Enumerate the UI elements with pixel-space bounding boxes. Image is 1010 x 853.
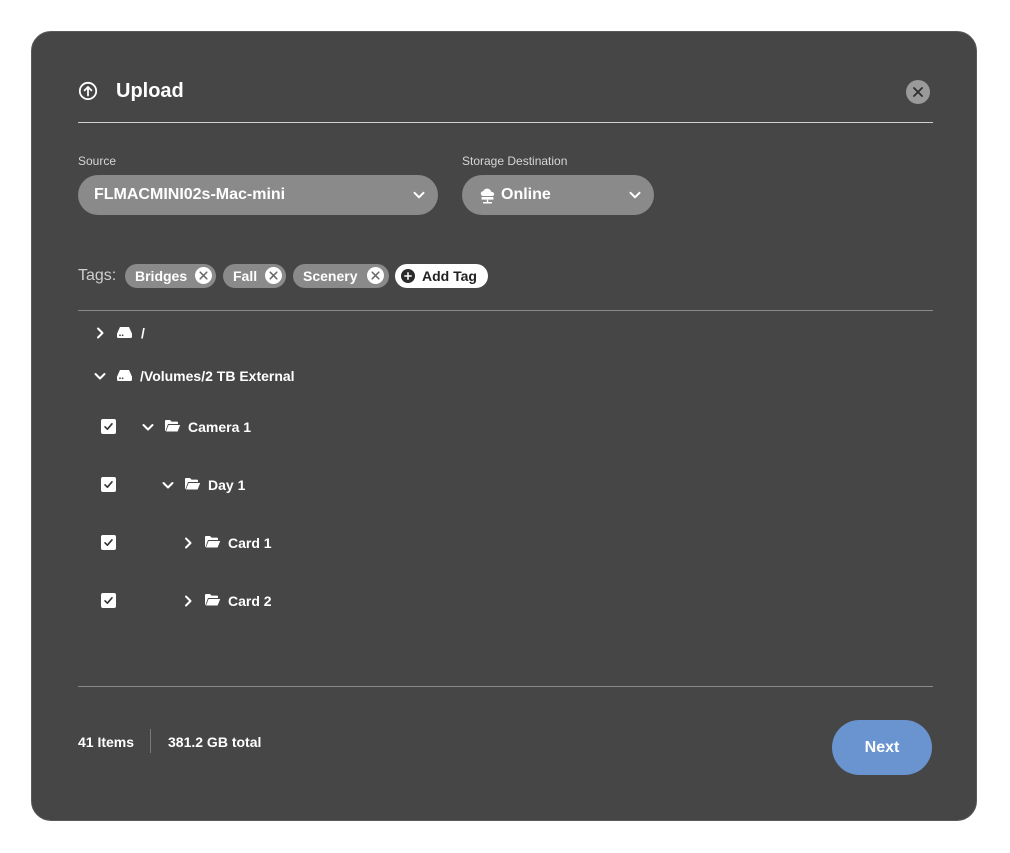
plus-circle-icon (401, 269, 415, 283)
expand-toggle[interactable] (180, 533, 196, 553)
tag-chip: Scenery (293, 264, 389, 288)
checkmark-icon (104, 423, 113, 430)
close-button[interactable] (906, 80, 930, 104)
source-select[interactable]: FLMACMINI02s-Mac-mini (78, 175, 438, 215)
add-tag-label: Add Tag (422, 268, 477, 284)
tree-node-card-1: Card 1 (180, 533, 980, 553)
tree-node-volume: /Volumes/2 TB External (92, 366, 892, 386)
items-count: 41 Items (78, 734, 135, 750)
destination-label: Storage Destination (462, 154, 568, 168)
tag-label: Bridges (135, 268, 188, 284)
tree-node-label: Day 1 (208, 477, 246, 493)
chevron-down-icon (162, 482, 174, 489)
expand-toggle[interactable] (140, 417, 156, 437)
remove-tag-button[interactable] (265, 267, 282, 284)
drive-icon (117, 327, 132, 338)
tree-checkbox[interactable] (101, 419, 116, 434)
folder-open-icon (165, 420, 181, 432)
tree-checkbox[interactable] (101, 593, 116, 608)
tag-chip: Bridges (125, 264, 216, 288)
expand-toggle[interactable] (92, 323, 108, 343)
source-label: Source (78, 154, 117, 168)
tree-node-label: Camera 1 (188, 419, 252, 435)
chevron-right-icon (185, 595, 192, 607)
add-tag-button[interactable]: Add Tag (395, 264, 488, 288)
tree-node-label: /Volumes/2 TB External (140, 368, 295, 384)
tree-checkbox[interactable] (101, 477, 116, 492)
tree-node-label: Card 2 (228, 593, 272, 609)
checkmark-icon (104, 481, 113, 488)
tree-node-label: Card 1 (228, 535, 272, 551)
cloud-server-icon (480, 188, 495, 204)
footer-divider (78, 686, 933, 687)
next-button-label: Next (864, 739, 900, 756)
dialog-header: Upload (78, 79, 933, 123)
drive-icon (117, 370, 132, 381)
chevron-down-icon (142, 424, 154, 431)
expand-toggle[interactable] (180, 591, 196, 611)
checkmark-icon (104, 597, 113, 604)
expand-toggle[interactable] (92, 366, 108, 386)
folder-open-icon (205, 536, 221, 548)
destination-select[interactable]: Online (462, 175, 654, 215)
expand-toggle[interactable] (160, 475, 176, 495)
folder-open-icon (185, 478, 201, 490)
close-icon (913, 87, 923, 97)
next-button[interactable]: Next (832, 720, 932, 775)
close-icon (199, 271, 208, 280)
tree-node-root: / (92, 323, 892, 343)
chevron-right-icon (97, 327, 104, 339)
tags-row: Tags: Bridges Fall Scenery Add Tag (78, 263, 933, 289)
close-icon (371, 271, 380, 280)
close-icon (269, 271, 278, 280)
tag-label: Scenery (303, 268, 358, 284)
header-divider (78, 122, 933, 123)
folder-open-icon (205, 594, 221, 606)
tree-node-label: / (141, 325, 145, 341)
tree-checkbox[interactable] (101, 535, 116, 550)
checkmark-icon (104, 539, 113, 546)
tag-chip: Fall (223, 264, 286, 288)
tag-label: Fall (233, 268, 258, 284)
chevron-right-icon (185, 537, 192, 549)
footer-separator (150, 729, 151, 753)
remove-tag-button[interactable] (195, 267, 212, 284)
tree-node-camera-1: Camera 1 (140, 417, 940, 437)
upload-circle-icon (78, 81, 98, 101)
tags-label: Tags: (78, 267, 117, 284)
dialog-title: Upload (116, 80, 184, 102)
chevron-down-icon (94, 373, 106, 380)
destination-value: Online (501, 186, 551, 203)
chevron-down-icon (413, 191, 425, 199)
tree-node-card-2: Card 2 (180, 591, 980, 611)
remove-tag-button[interactable] (367, 267, 384, 284)
total-size: 381.2 GB total (168, 734, 262, 750)
upload-dialog: Upload Source FLMACMINI02s-Mac-mini Stor… (31, 31, 977, 821)
tags-divider (78, 310, 933, 311)
source-value: FLMACMINI02s-Mac-mini (94, 186, 286, 203)
chevron-down-icon (629, 191, 641, 199)
tree-node-day-1: Day 1 (160, 475, 960, 495)
